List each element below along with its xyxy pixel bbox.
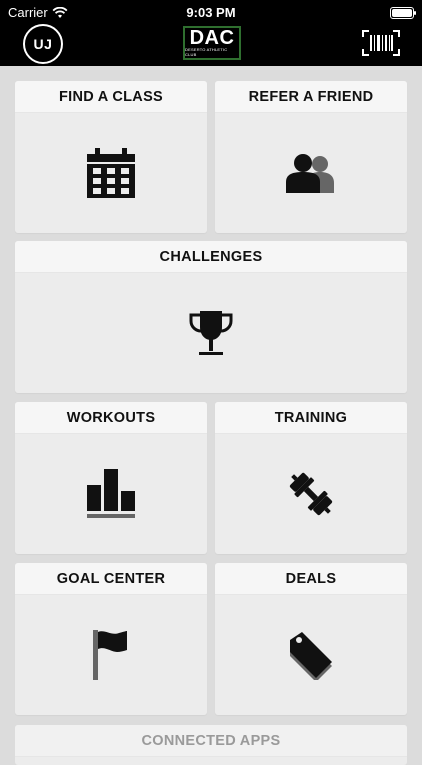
tile-label: WORKOUTS [15, 402, 207, 434]
tile-find-a-class[interactable]: FIND A CLASS [15, 81, 207, 233]
tile-training[interactable]: TRAINING [215, 402, 407, 554]
tile-label: CHALLENGES [15, 241, 407, 273]
app-header: Carrier 9:03 PM UJ DAC DESERTO ATHLETIC … [0, 0, 422, 66]
tile-label: REFER A FRIEND [215, 81, 407, 113]
tile-connected-apps[interactable]: CONNECTED APPS [15, 725, 407, 765]
tile-label: FIND A CLASS [15, 81, 207, 113]
flag-icon [93, 629, 127, 680]
logo-subtext: DESERTO ATHLETIC CLUB [185, 47, 228, 57]
tile-deals[interactable]: DEALS [215, 563, 407, 715]
club-logo: DAC DESERTO ATHLETIC CLUB [183, 26, 241, 60]
trophy-icon [189, 310, 233, 355]
tile-label: CONNECTED APPS [15, 725, 407, 757]
users-icon [286, 153, 334, 193]
profile-avatar-button[interactable]: UJ [23, 24, 63, 64]
tile-goal-center[interactable]: GOAL CENTER [15, 563, 207, 715]
avatar-initials: UJ [33, 36, 53, 52]
tile-label: DEALS [215, 563, 407, 595]
tile-label: TRAINING [215, 402, 407, 434]
barcode-scan-icon[interactable] [362, 30, 400, 56]
tile-challenges[interactable]: CHALLENGES [15, 241, 407, 393]
status-time: 9:03 PM [186, 5, 236, 20]
tile-workouts[interactable]: WORKOUTS [15, 402, 207, 554]
tag-icon [290, 631, 332, 680]
tile-refer-a-friend[interactable]: REFER A FRIEND [215, 81, 407, 233]
status-bar: Carrier 9:03 PM [0, 3, 422, 21]
calendar-icon [87, 147, 135, 198]
battery-icon [390, 7, 416, 19]
bar-chart-icon [87, 468, 135, 518]
logo-text: DAC [189, 27, 235, 49]
tile-label: GOAL CENTER [15, 563, 207, 595]
dumbbell-icon [289, 472, 333, 515]
